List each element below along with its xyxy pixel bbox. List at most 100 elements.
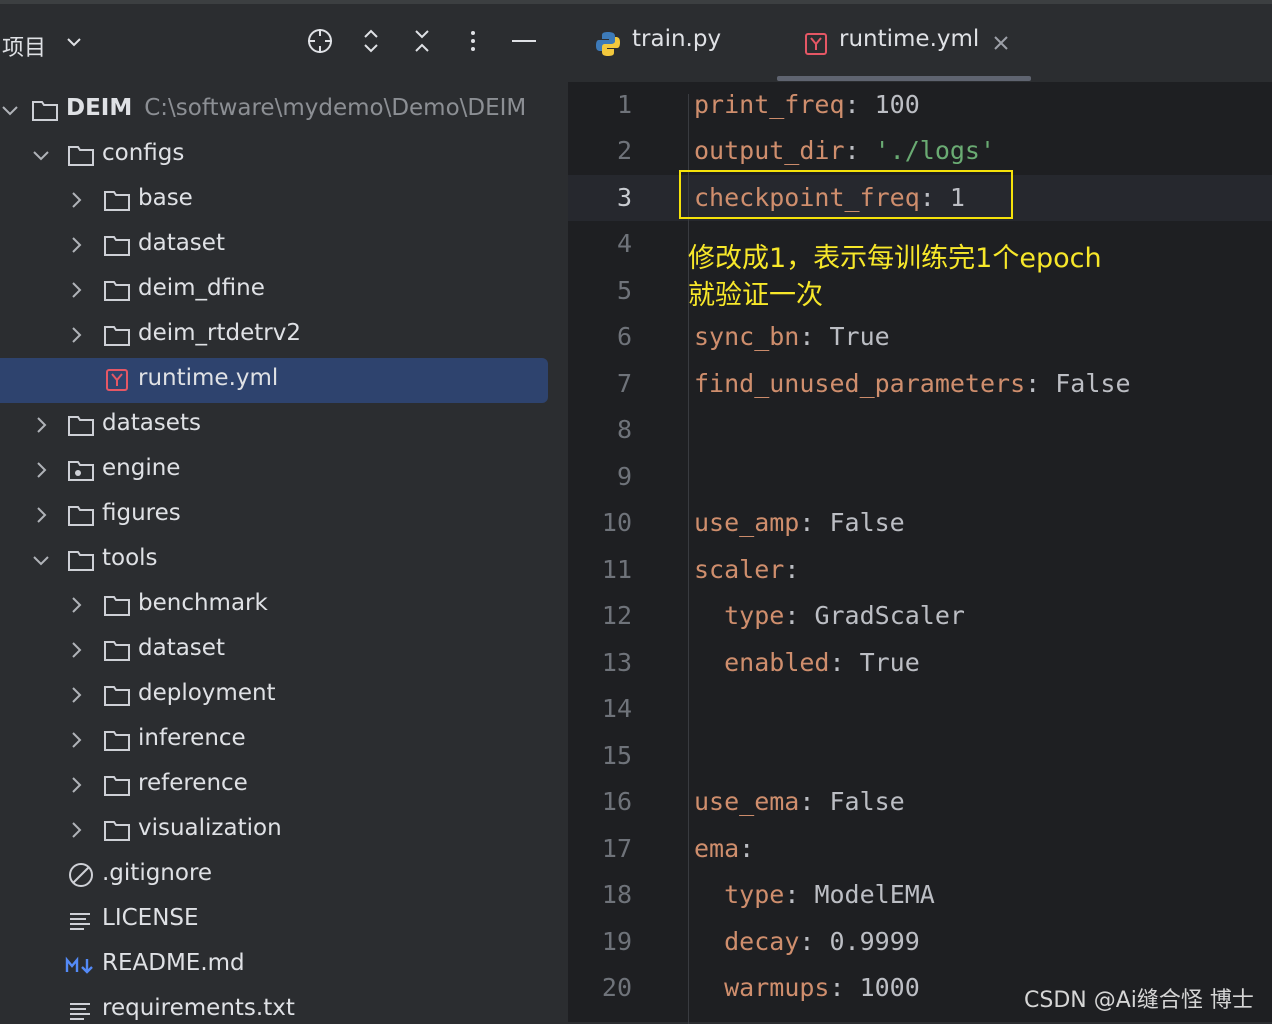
tree-item-runtime-yml[interactable]: runtime.yml: [0, 358, 548, 403]
chevron-down-icon[interactable]: [64, 30, 84, 54]
tree-item-inference[interactable]: inference: [0, 718, 548, 763]
tree-item-gitignore[interactable]: .gitignore: [0, 853, 548, 898]
folder-icon: [104, 731, 130, 751]
tree-item-label: dataset: [138, 635, 225, 661]
chevron-right-icon[interactable]: [66, 685, 86, 705]
code-line[interactable]: warmups: 1000: [694, 973, 920, 1002]
yaml-file-icon: [106, 369, 128, 391]
yaml-file-icon: [805, 33, 827, 55]
tree-item-label: figures: [102, 500, 181, 526]
folder-icon: [104, 821, 130, 841]
tree-item-figures[interactable]: figures: [0, 493, 548, 538]
tab-label: runtime.yml: [839, 26, 980, 52]
tree-item-deployment[interactable]: deployment: [0, 673, 548, 718]
chevron-right-icon[interactable]: [66, 325, 86, 345]
folder-icon: [68, 506, 94, 526]
chevron-right-icon[interactable]: [66, 280, 86, 300]
code-line[interactable]: use_amp: False: [694, 508, 905, 537]
code-line[interactable]: ema:: [694, 834, 754, 863]
tree-item-visualization[interactable]: visualization: [0, 808, 548, 853]
tree-item-readme[interactable]: README.md: [0, 943, 548, 988]
line-number: 1: [616, 90, 632, 119]
tree-item-datasets[interactable]: datasets: [0, 403, 548, 448]
more-options-icon[interactable]: [458, 26, 488, 56]
tree-item-license[interactable]: LICENSE: [0, 898, 548, 943]
python-file-icon: [596, 32, 620, 56]
tree-item-base[interactable]: base: [0, 178, 548, 223]
chevron-down-icon[interactable]: [31, 550, 51, 570]
line-number: 13: [601, 648, 632, 677]
project-panel-header: 项目: [0, 22, 568, 66]
code-line[interactable]: use_ema: False: [694, 787, 905, 816]
tree-item-engine[interactable]: engine: [0, 448, 548, 493]
code-line[interactable]: scaler:: [694, 555, 799, 584]
tree-item-reference[interactable]: reference: [0, 763, 548, 808]
chevron-down-icon[interactable]: [0, 100, 20, 120]
annotation-text: 修改成1，表示每训练完1个epoch 就验证一次: [688, 240, 1102, 314]
tree-item-label: deployment: [138, 680, 276, 706]
chevron-right-icon[interactable]: [66, 730, 86, 750]
folder-icon: [32, 101, 58, 121]
line-number: 9: [616, 462, 632, 491]
folder-icon: [104, 776, 130, 796]
chevron-right-icon[interactable]: [66, 595, 86, 615]
tree-item-label: benchmark: [138, 590, 268, 616]
collapse-all-icon[interactable]: [407, 26, 437, 56]
expand-all-icon[interactable]: [356, 26, 386, 56]
tree-item-label: tools: [102, 545, 158, 571]
annotation-line: 就验证一次: [688, 280, 823, 311]
chevron-right-icon[interactable]: [66, 775, 86, 795]
chevron-right-icon[interactable]: [66, 820, 86, 840]
minimize-icon[interactable]: [509, 26, 539, 56]
code-line[interactable]: sync_bn: True: [694, 322, 890, 351]
tree-item-deim-root[interactable]: DEIM C:\software\mydemo\Demo\DEIM: [0, 88, 548, 133]
line-number: 8: [616, 415, 632, 444]
tree-item-deim-rtdetrv2[interactable]: deim_rtdetrv2: [0, 313, 548, 358]
line-number: 6: [616, 322, 632, 351]
tree-item-tools[interactable]: tools: [0, 538, 548, 583]
tree-item-requirements[interactable]: requirements.txt: [0, 988, 548, 1022]
locate-icon[interactable]: [305, 26, 335, 56]
text-file-icon: [70, 1003, 90, 1020]
tree-item-tools-dataset[interactable]: dataset: [0, 628, 548, 673]
code-line[interactable]: output_dir: './logs': [694, 136, 995, 165]
code-line[interactable]: find_unused_parameters: False: [694, 369, 1131, 398]
tree-item-label: .gitignore: [102, 860, 213, 886]
tree-item-label: configs: [102, 140, 185, 166]
chevron-right-icon[interactable]: [66, 235, 86, 255]
tree-item-label: base: [138, 185, 193, 211]
tree-item-configs[interactable]: configs: [0, 133, 548, 178]
text-file-icon: [70, 913, 90, 930]
code-line[interactable]: type: GradScaler: [694, 601, 965, 630]
tree-item-dataset[interactable]: dataset: [0, 223, 548, 268]
project-panel-title[interactable]: 项目: [2, 30, 46, 62]
indent-guide: [688, 94, 689, 1024]
chevron-right-icon[interactable]: [31, 505, 51, 525]
line-number: 14: [601, 694, 632, 723]
chevron-right-icon[interactable]: [31, 415, 51, 435]
tree-item-label: LICENSE: [102, 905, 199, 931]
folder-icon: [68, 416, 94, 436]
line-number: 11: [601, 555, 632, 584]
code-editor: train.py runtime.yml 1 2 3 4 5 6 7 8 9 1…: [568, 4, 1272, 1024]
chevron-right-icon[interactable]: [66, 190, 86, 210]
tree-item-label: README.md: [102, 950, 245, 976]
code-line[interactable]: decay: 0.9999: [694, 927, 920, 956]
chevron-down-icon[interactable]: [31, 145, 51, 165]
code-line[interactable]: enabled: True: [694, 648, 920, 677]
tree-item-benchmark[interactable]: benchmark: [0, 583, 548, 628]
project-path: C:\software\mydemo\Demo\DEIM: [144, 95, 527, 121]
code-line[interactable]: print_freq: 100: [694, 90, 920, 119]
line-number: 16: [601, 787, 632, 816]
close-icon[interactable]: [992, 34, 1010, 52]
folder-icon: [104, 236, 130, 256]
tree-item-deim-dfine[interactable]: deim_dfine: [0, 268, 548, 313]
tree-item-label: runtime.yml: [138, 365, 279, 391]
ignore-file-icon: [69, 863, 93, 887]
line-number: 20: [601, 973, 632, 1002]
tree-item-label: requirements.txt: [102, 995, 295, 1021]
chevron-right-icon[interactable]: [66, 640, 86, 660]
chevron-right-icon[interactable]: [31, 460, 51, 480]
code-line[interactable]: type: ModelEMA: [694, 880, 935, 909]
folder-icon: [104, 191, 130, 211]
